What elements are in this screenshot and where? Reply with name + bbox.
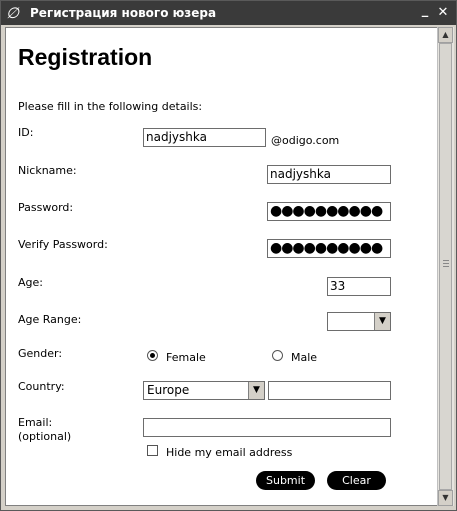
scrollbar-grip-icon	[443, 260, 449, 269]
id-input[interactable]: nadjyshka	[143, 128, 266, 147]
radio-selected-dot	[150, 353, 155, 358]
nickname-input[interactable]: nadjyshka	[267, 165, 391, 184]
verify-password-input[interactable]: ●●●●●●●●●●	[267, 239, 391, 258]
hide-email-label: Hide my email address	[166, 446, 293, 459]
email-label: Email:	[18, 416, 53, 429]
country-select[interactable]: Europe ▼	[143, 381, 265, 400]
scrollbar-thumb[interactable]	[439, 43, 452, 490]
nickname-label: Nickname:	[18, 164, 77, 177]
chevron-down-icon[interactable]: ▼	[374, 313, 390, 330]
country-detail-input[interactable]	[268, 381, 391, 400]
close-icon[interactable]: ✕	[435, 5, 451, 21]
page-title: Registration	[18, 44, 153, 70]
vertical-scrollbar[interactable]: ▲ ▼	[437, 27, 454, 506]
window-title: Регистрация нового юзера	[30, 6, 217, 20]
gender-label: Gender:	[18, 347, 63, 360]
app-icon: ∅	[6, 4, 20, 22]
age-input[interactable]: 33	[327, 277, 391, 296]
chevron-down-icon[interactable]: ▼	[248, 382, 264, 399]
country-value: Europe	[147, 383, 190, 397]
title-bar: ∅ Регистрация нового юзера _ ✕	[1, 1, 456, 25]
form-area: Registration Please fill in the followin…	[5, 27, 438, 506]
password-input[interactable]: ●●●●●●●●●●	[267, 202, 391, 221]
email-optional-label: (optional)	[18, 430, 72, 443]
hide-email-checkbox[interactable]	[147, 445, 158, 456]
gender-female-label: Female	[166, 351, 206, 364]
submit-button[interactable]: Submit	[256, 471, 315, 490]
scroll-up-icon[interactable]: ▲	[438, 27, 453, 43]
registration-window: ∅ Регистрация нового юзера _ ✕ Registrat…	[0, 0, 457, 511]
country-label: Country:	[18, 380, 65, 393]
age-range-label: Age Range:	[18, 313, 82, 326]
scroll-down-icon[interactable]: ▼	[438, 490, 453, 506]
password-label: Password:	[18, 201, 74, 214]
gender-male-label: Male	[291, 351, 318, 364]
id-domain-suffix: @odigo.com	[271, 134, 340, 147]
email-input[interactable]	[143, 418, 391, 437]
clear-button[interactable]: Clear	[327, 471, 386, 490]
gender-male-radio[interactable]	[272, 350, 283, 361]
verify-password-label: Verify Password:	[18, 238, 108, 251]
minimize-icon[interactable]: _	[417, 3, 433, 19]
age-label: Age:	[18, 276, 43, 289]
intro-text: Please fill in the following details:	[18, 100, 203, 113]
gender-female-radio[interactable]	[147, 350, 158, 361]
id-label: ID:	[18, 126, 34, 139]
age-range-select[interactable]: ▼	[327, 312, 391, 331]
